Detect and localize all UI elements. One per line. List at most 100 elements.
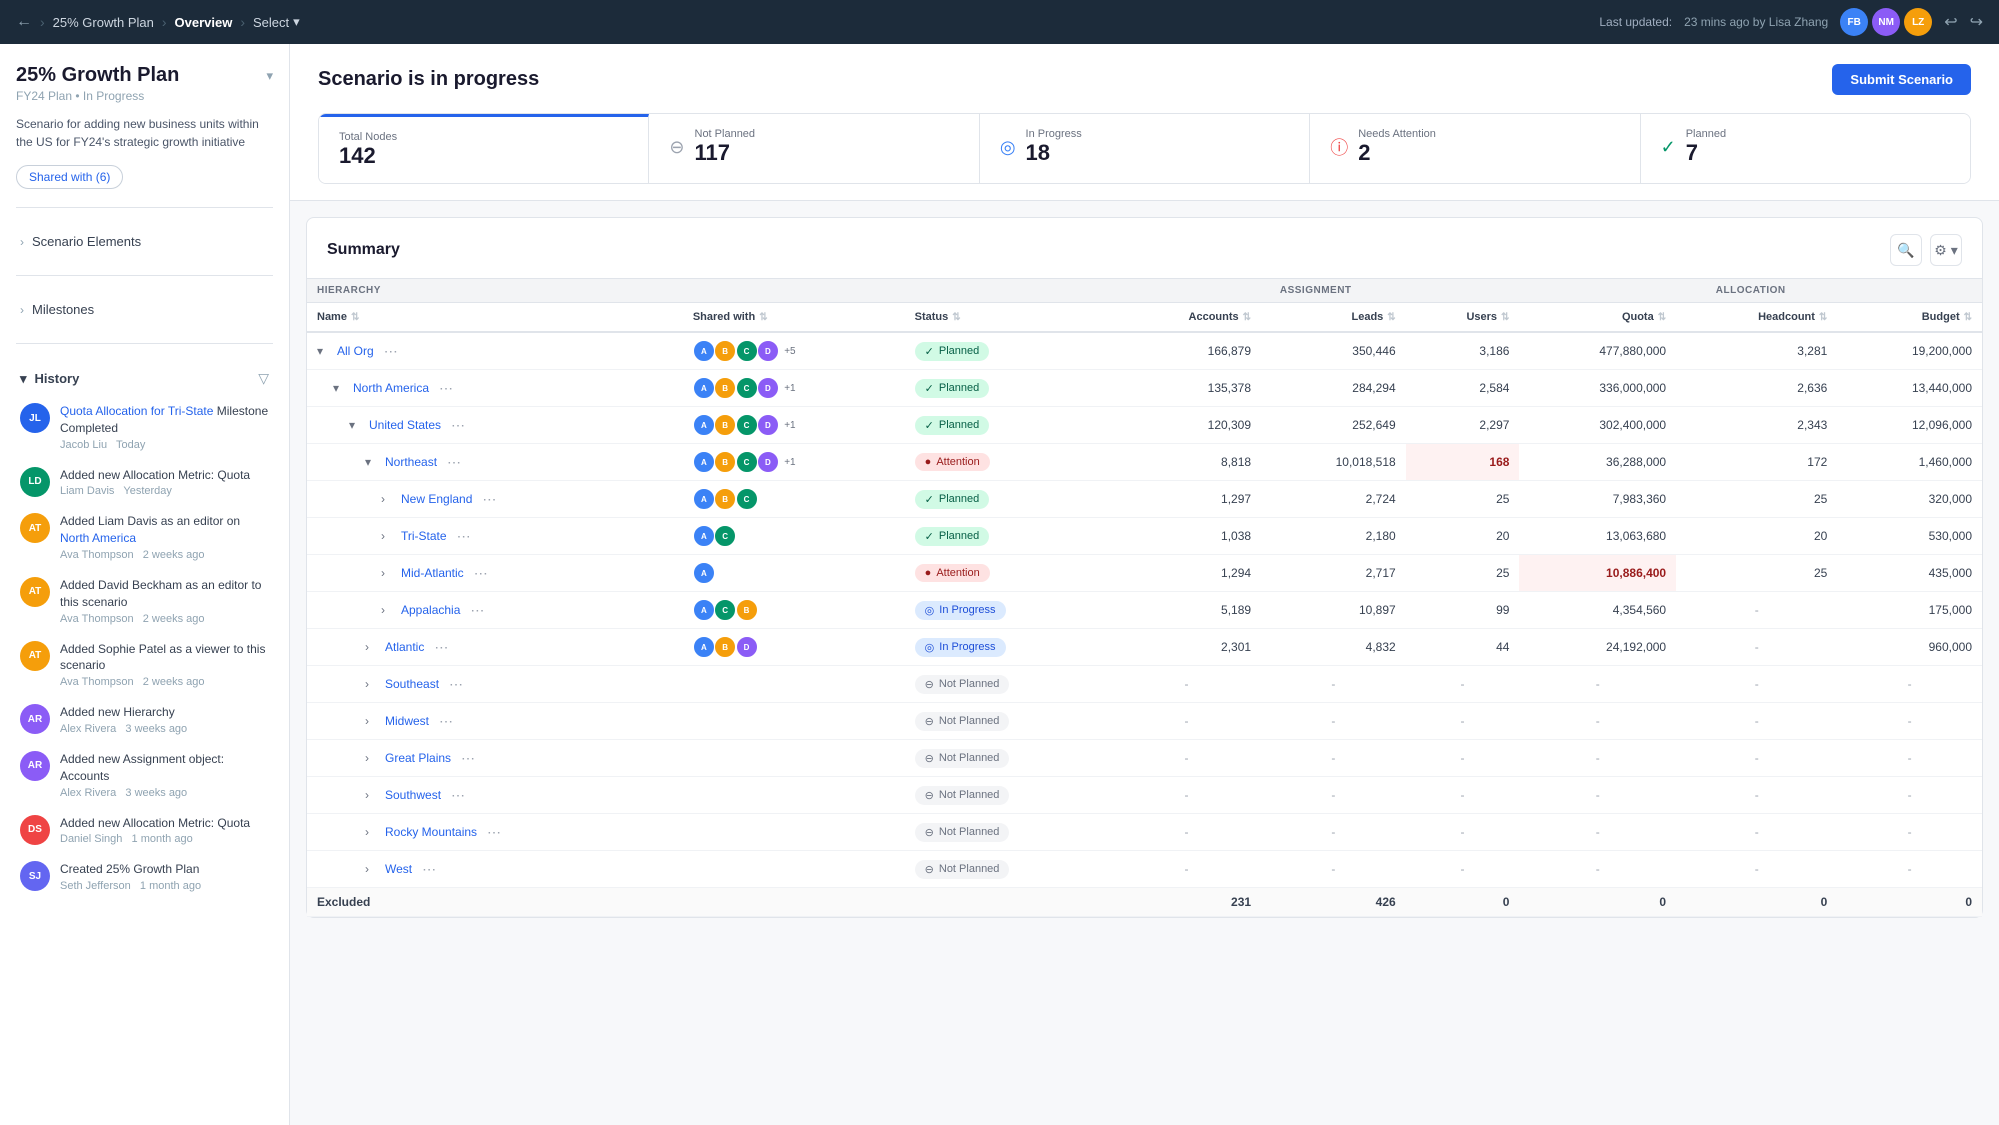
expand-icon-mid-atlantic[interactable]: › [381,566,395,580]
table-row: › Southwest ⋯ ⊖ Not Planned - - - - [307,777,1982,814]
rocky-mountains-link[interactable]: Rocky Mountains [385,825,477,839]
avatar-sm: B [714,340,736,362]
avatar-2[interactable]: NM [1872,8,1900,36]
status-badge: ✓ Planned [915,342,990,361]
avatar-3[interactable]: LZ [1904,8,1932,36]
northeast-menu[interactable]: ⋯ [443,451,465,473]
sidebar-section-scenario-elements[interactable]: › Scenario Elements [16,226,273,257]
col-name[interactable]: Name ⇅ [307,303,683,333]
history-link-3[interactable]: North America [60,531,136,545]
column-group-header-row: HIERARCHY ASSIGNMENT ALLOCATION [307,279,1982,303]
expand-icon-northeast[interactable]: ▾ [365,455,379,469]
table-row: › Rocky Mountains ⋯ ⊖ Not Planned - - - … [307,814,1982,851]
sidebar-dropdown-icon[interactable]: ▾ [266,68,273,84]
expand-icon-southwest[interactable]: › [365,788,379,802]
history-filter-button[interactable]: ▽ [258,370,269,387]
southwest-link[interactable]: Southwest [385,788,441,802]
northeast-link[interactable]: Northeast [385,455,437,469]
table-row: ▾ United States ⋯ A B C D +1 [307,407,1982,444]
north-america-link[interactable]: North America [353,381,429,395]
tri-state-link[interactable]: Tri-State [401,529,447,543]
expand-icon-all-org[interactable]: ▾ [317,344,331,358]
united-states-link[interactable]: United States [369,418,441,432]
col-leads[interactable]: Leads ⇅ [1261,303,1406,333]
all-org-menu[interactable]: ⋯ [380,340,402,362]
col-status[interactable]: Status ⇅ [905,303,1112,333]
expand-icon-rocky-mountains[interactable]: › [365,825,379,839]
appalachia-link[interactable]: Appalachia [401,603,460,617]
status-tri-state: ✓ Planned [905,518,1112,555]
mid-atlantic-link[interactable]: Mid-Atlantic [401,566,464,580]
expand-icon-southeast[interactable]: › [365,677,379,691]
col-headcount[interactable]: Headcount ⇅ [1676,303,1837,333]
row-name-all-org: ▾ All Org ⋯ [307,332,683,370]
mid-atlantic-menu[interactable]: ⋯ [470,562,492,584]
north-america-menu[interactable]: ⋯ [435,377,457,399]
atlantic-menu[interactable]: ⋯ [430,636,452,658]
submit-scenario-button[interactable]: Submit Scenario [1832,64,1971,95]
history-content-4: Added David Beckham as an editor to this… [60,577,269,625]
search-button[interactable]: 🔍 [1890,234,1922,266]
tri-state-menu[interactable]: ⋯ [453,525,475,547]
shared-with-button[interactable]: Shared with (6) [16,165,123,189]
history-link-1[interactable]: Quota Allocation for Tri-State [60,404,213,418]
appalachia-menu[interactable]: ⋯ [466,599,488,621]
history-title[interactable]: ▾ History [20,371,79,387]
avatar-1[interactable]: FB [1840,8,1868,36]
southwest-menu[interactable]: ⋯ [447,784,469,806]
history-text-8: Added new Allocation Metric: Quota [60,815,269,832]
col-shared-with[interactable]: Shared with ⇅ [683,303,905,333]
atlantic-link[interactable]: Atlantic [385,640,424,654]
nav-select-dropdown[interactable]: Select ▾ [253,14,300,30]
scenario-header: Scenario is in progress Submit Scenario … [290,44,1999,201]
expand-icon-appalachia[interactable]: › [381,603,395,617]
history-item-4: AT Added David Beckham as an editor to t… [16,569,273,633]
in-progress-icon: ◎ [1000,137,1016,158]
southeast-menu[interactable]: ⋯ [445,673,467,695]
col-accounts[interactable]: Accounts ⇅ [1112,303,1261,333]
new-england-link[interactable]: New England [401,492,472,506]
col-quota[interactable]: Quota ⇅ [1519,303,1676,333]
great-plains-menu[interactable]: ⋯ [457,747,479,769]
settings-button[interactable]: ⚙ ▾ [1930,234,1962,266]
west-menu[interactable]: ⋯ [418,858,440,880]
headcount-north-america: 2,636 [1676,370,1837,407]
midwest-link[interactable]: Midwest [385,714,429,728]
users-rocky-mountains: - [1406,814,1520,851]
status-badge: ⊖ Not Planned [915,749,1010,768]
expand-icon-atlantic[interactable]: › [365,640,379,654]
table-row: › Midwest ⋯ ⊖ Not Planned - - - - [307,703,1982,740]
undo-button[interactable]: ↩ [1944,12,1957,32]
expand-icon-us[interactable]: ▾ [349,418,363,432]
back-button[interactable]: ← [16,13,32,31]
top-nav: ← › 25% Growth Plan › Overview › Select … [0,0,1999,44]
quota-tri-state: 13,063,680 [1519,518,1676,555]
expand-icon-north-america[interactable]: ▾ [333,381,347,395]
redo-button[interactable]: ↪ [1970,12,1983,32]
stats-row: Total Nodes 142 ⊖ Not Planned 117 ◎ [318,113,1971,184]
users-all-org: 3,186 [1406,332,1520,370]
table-row: › Appalachia ⋯ A C B ◎ In Progress [307,592,1982,629]
expand-icon-great-plains[interactable]: › [365,751,379,765]
expand-icon-midwest[interactable]: › [365,714,379,728]
expand-icon-new-england[interactable]: › [381,492,395,506]
west-link[interactable]: West [385,862,412,876]
us-menu[interactable]: ⋯ [447,414,469,436]
budget-new-england: 320,000 [1837,481,1982,518]
col-users[interactable]: Users ⇅ [1406,303,1520,333]
rocky-mountains-menu[interactable]: ⋯ [483,821,505,843]
great-plains-link[interactable]: Great Plains [385,751,451,765]
sidebar-section-milestones[interactable]: › Milestones [16,294,273,325]
row-name-northeast: ▾ Northeast ⋯ [307,444,683,481]
expand-icon-tri-state[interactable]: › [381,529,395,543]
expand-icon-west[interactable]: › [365,862,379,876]
row-name-rocky-mountains: › Rocky Mountains ⋯ [307,814,683,851]
midwest-menu[interactable]: ⋯ [435,710,457,732]
all-org-link[interactable]: All Org [337,344,374,358]
quota-all-org: 477,880,000 [1519,332,1676,370]
southeast-link[interactable]: Southeast [385,677,439,691]
col-budget[interactable]: Budget ⇅ [1837,303,1982,333]
accounts-west: - [1112,851,1261,888]
headcount-new-england: 25 [1676,481,1837,518]
new-england-menu[interactable]: ⋯ [478,488,500,510]
